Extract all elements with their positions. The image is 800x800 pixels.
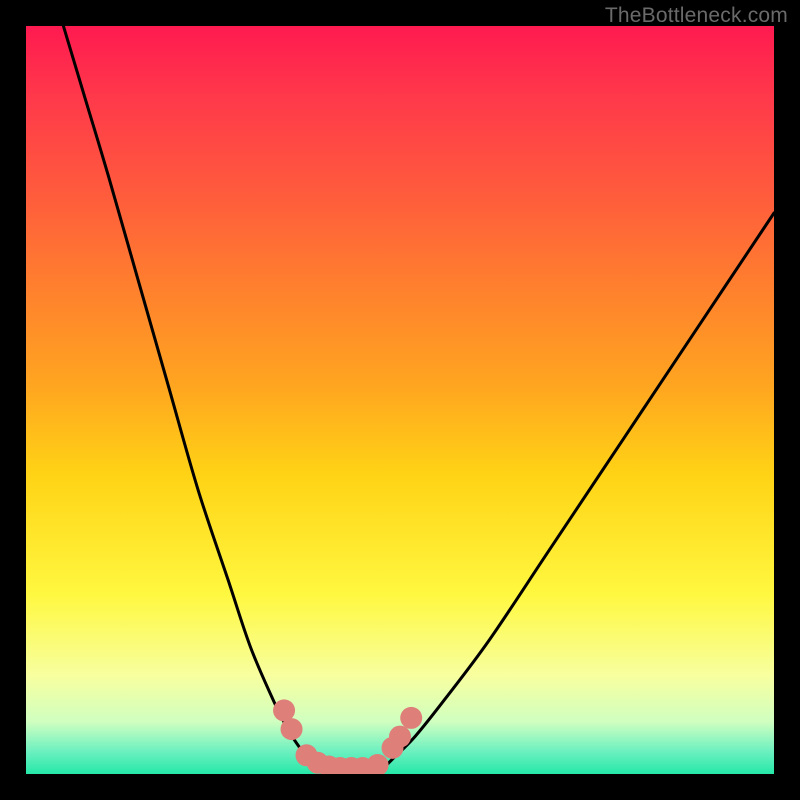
curve-marker xyxy=(389,726,411,748)
curve-marker xyxy=(273,699,295,721)
curve-marker xyxy=(367,754,389,774)
watermark-text: TheBottleneck.com xyxy=(605,4,788,28)
bottleneck-curve xyxy=(26,26,774,774)
curve-marker xyxy=(400,707,422,729)
curve-marker xyxy=(281,718,303,740)
plot-area xyxy=(26,26,774,774)
